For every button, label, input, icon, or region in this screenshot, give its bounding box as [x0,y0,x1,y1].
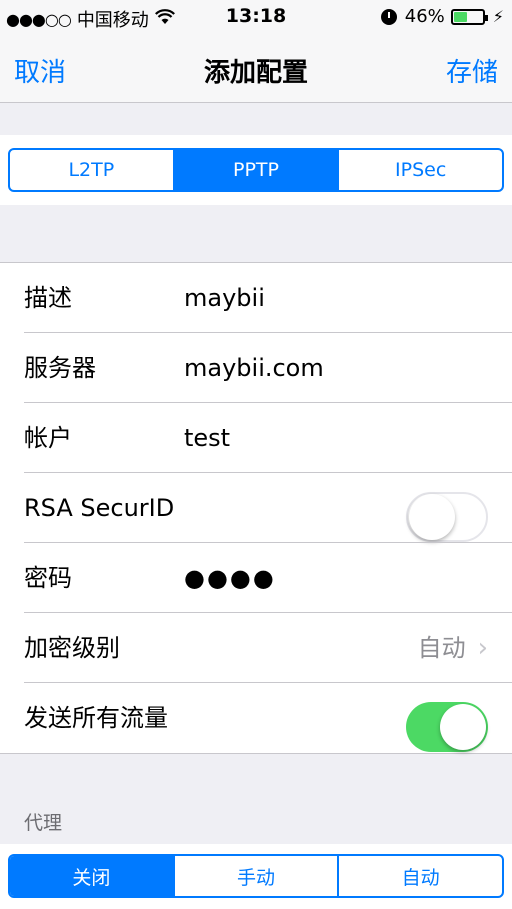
segment-proxy-manual[interactable]: 手动 [175,856,340,896]
description-row[interactable]: 描述 maybii [0,263,512,333]
account-label: 帐户 [24,424,72,452]
description-label: 描述 [24,284,72,312]
toggle-knob [440,704,486,750]
password-field[interactable]: ●●●● [184,543,276,613]
proxy-segmented-control: 关闭 手动 自动 [8,854,504,898]
send-all-traffic-toggle[interactable] [406,702,488,752]
server-field[interactable]: maybii.com [184,333,324,403]
rsa-securid-toggle[interactable] [406,492,488,542]
server-label: 服务器 [24,354,96,382]
toggle-knob [409,494,455,540]
encryption-level-label: 加密级别 [24,634,120,662]
charging-icon: ⚡ [492,7,504,26]
account-row[interactable]: 帐户 test [0,403,512,473]
page-title: 添加配置 [203,58,308,88]
vpn-type-segmented-control: L2TP PPTP IPSec [8,148,504,192]
navigation-bar: 取消 添加配置 存储 [0,34,512,103]
save-button[interactable]: 存储 [446,52,498,89]
cancel-button[interactable]: 取消 [14,52,66,89]
segment-proxy-auto[interactable]: 自动 [339,856,502,896]
proxy-section-header: 代理 [24,812,63,834]
status-right: 46% ⚡ [380,6,504,27]
encryption-level-value: 自动 [417,634,466,662]
rsa-securid-row: RSA SecurID [0,473,512,543]
send-all-traffic-label: 发送所有流量 [24,704,168,732]
description-field[interactable]: maybii [184,263,265,333]
encryption-level-row[interactable]: 加密级别 自动 › [0,613,512,683]
segment-l2tp[interactable]: L2TP [10,150,175,190]
battery-percent: 46% [404,6,445,27]
battery-icon [450,8,488,25]
password-row[interactable]: 密码 ●●●● [0,543,512,613]
segment-pptp[interactable]: PPTP [174,150,340,190]
send-all-traffic-row: 发送所有流量 [0,683,512,753]
status-bar: ●●●○○ 中国移动 13:18 46% ⚡ [0,0,512,34]
segment-proxy-off[interactable]: 关闭 [10,856,175,896]
segment-ipsec[interactable]: IPSec [339,150,502,190]
account-field[interactable]: test [184,403,230,473]
server-row[interactable]: 服务器 maybii.com [0,333,512,403]
password-label: 密码 [24,564,72,592]
proxy-section: 关闭 手动 自动 [0,844,512,909]
chevron-right-icon: › [477,633,488,663]
vpn-settings-form: 描述 maybii 服务器 maybii.com 帐户 test RSA Sec… [0,262,512,754]
vpn-type-section: L2TP PPTP IPSec [0,135,512,205]
alarm-icon [380,8,397,25]
encryption-level-value-wrap: 自动 › [418,613,488,683]
rsa-securid-label: RSA SecurID [24,494,175,522]
